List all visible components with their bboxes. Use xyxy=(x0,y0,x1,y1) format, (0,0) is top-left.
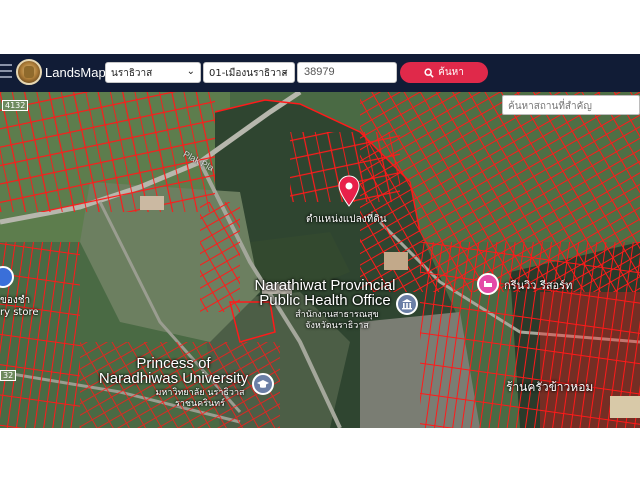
restaurant-label: ร้านครัวข้าวหอม xyxy=(506,380,594,394)
graduation-cap-icon[interactable] xyxy=(252,373,274,395)
location-pin-icon[interactable] xyxy=(338,175,360,207)
road-number-tag: 4132 xyxy=(2,100,29,111)
health-office-label: Narathiwat Provincial Public Health Offi… xyxy=(254,277,396,309)
chevron-down-icon: ⌄ xyxy=(186,66,195,77)
brand-name: LandsMaps xyxy=(45,65,113,80)
search-icon xyxy=(424,67,434,78)
chevron-down-icon: ⌄ xyxy=(280,66,289,77)
search-button[interactable]: ค้นหา xyxy=(400,62,488,83)
grocery-store-label: ของชำ ry store xyxy=(0,295,39,318)
satellite-map[interactable]: 4132 32 ค้นหาสถานที่สำคัญ Plak Pla ตำแหน… xyxy=(0,92,640,428)
road-number-tag: 32 xyxy=(0,370,17,381)
app-window: LandsMaps นราธิวาส ⌄ 01-เมืองนราธิวาส ⌄ … xyxy=(0,0,640,480)
province-select-value: นราธิวาส xyxy=(111,68,153,79)
district-select[interactable]: 01-เมืองนราธิวาส ⌄ xyxy=(203,62,295,83)
place-search-input[interactable]: ค้นหาสถานที่สำคัญ xyxy=(502,95,640,115)
top-navbar: LandsMaps นราธิวาส ⌄ 01-เมืองนราธิวาส ⌄ … xyxy=(0,54,640,92)
marker-caption: ตำแหน่งแปลงที่ดิน xyxy=(306,214,387,225)
university-label: Princess of Naradhiwas University xyxy=(98,355,249,387)
resort-label: กรีนวิว รีสอร์ท xyxy=(504,279,573,292)
search-button-label: ค้นหา xyxy=(438,67,464,78)
hotel-icon[interactable] xyxy=(477,273,499,295)
district-select-value: 01-เมืองนราธิวาส xyxy=(209,68,288,79)
province-select[interactable]: นราธิวาส ⌄ xyxy=(105,62,201,83)
landsmaps-logo xyxy=(16,59,42,85)
university-thai-label: มหาวิทยาลัย นราธิวาสราชนครินทร์ xyxy=(155,388,245,409)
parcel-number-input[interactable]: 38979 xyxy=(297,62,397,83)
health-office-thai-label: สำนักงานสาธารณสุข จังหวัดนราธิวาส xyxy=(295,310,379,331)
menu-icon[interactable] xyxy=(0,64,12,78)
